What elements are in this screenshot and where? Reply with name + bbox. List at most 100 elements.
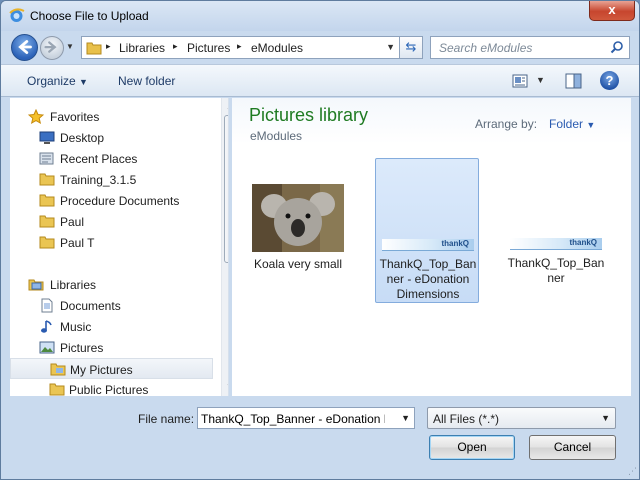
file-dialog-window: Choose File to Upload x ▼ ▸ Libraries ▸ … <box>0 0 640 480</box>
folder-icon <box>49 383 65 396</box>
chevron-down-icon: ▼ <box>586 120 596 130</box>
scrollbar-thumb[interactable]: ≡ <box>224 115 229 263</box>
nav-label: Recent Places <box>60 152 138 166</box>
file-name-combobox[interactable]: ▼ <box>197 407 415 429</box>
breadcrumb-separator[interactable]: ▸ <box>237 41 242 52</box>
nav-label: Training_3.1.5 <box>60 173 137 187</box>
breadcrumb-pictures[interactable]: Pictures <box>187 41 230 55</box>
folder-icon <box>39 215 55 228</box>
documents-icon <box>41 298 53 313</box>
breadcrumb-emodules[interactable]: eModules <box>251 41 303 55</box>
libraries-icon <box>28 279 44 291</box>
nav-label: Desktop <box>60 131 105 145</box>
file-name-label: File name: <box>138 412 195 426</box>
refresh-button[interactable]: ⇆ <box>399 36 423 59</box>
file-list-pane: Pictures library eModules Arrange by: Fo… <box>232 98 631 396</box>
nav-item-documents[interactable]: Documents <box>10 295 213 316</box>
breadcrumb-libraries[interactable]: Libraries <box>119 41 165 55</box>
koala-image-thumbnail <box>252 184 344 252</box>
close-button[interactable]: x <box>589 1 635 21</box>
internet-explorer-icon <box>9 8 25 22</box>
desktop-icon <box>39 131 55 144</box>
nav-item-my-pictures[interactable]: My Pictures <box>10 358 213 379</box>
file-name-dropdown-icon[interactable]: ▼ <box>401 413 410 423</box>
nav-item-libraries[interactable]: Libraries <box>10 274 213 295</box>
address-dropdown-icon[interactable]: ▼ <box>386 42 395 52</box>
command-toolbar: Organize ▼ New folder ▼ ? <box>1 64 639 97</box>
nav-item-training[interactable]: Training_3.1.5 <box>10 169 213 190</box>
file-item-thankq-edonation[interactable]: thankQ ThankQ_Top_Ban ner - eDonation Di… <box>375 158 479 303</box>
file-name-line: ThankQ_Top_Ban <box>379 257 477 271</box>
forward-arrow-icon <box>44 41 57 53</box>
nav-label: Procedure Documents <box>60 194 180 208</box>
nav-label: Favorites <box>50 110 100 124</box>
help-icon: ? <box>605 73 614 88</box>
refresh-icon: ⇆ <box>405 39 417 54</box>
resize-grip-icon[interactable]: ⋰ <box>628 466 637 477</box>
nav-label: Public Pictures <box>69 383 149 396</box>
music-icon <box>41 320 52 333</box>
forward-button[interactable] <box>40 36 64 60</box>
nav-item-favorites[interactable]: Favorites <box>10 106 213 127</box>
file-name-input[interactable] <box>201 411 385 426</box>
banner-text: thankQ <box>441 239 469 248</box>
close-icon: x <box>608 2 616 17</box>
scroll-up-icon[interactable]: ▲ <box>226 102 228 111</box>
nav-label: Documents <box>60 299 121 313</box>
change-view-icon[interactable] <box>512 74 528 88</box>
banner-text: thankQ <box>569 238 597 247</box>
folder-icon <box>39 236 55 249</box>
nav-item-pictures[interactable]: Pictures <box>10 337 213 358</box>
file-item-thankq-banner[interactable]: thankQ ThankQ_Top_Ban ner <box>504 158 608 285</box>
help-button[interactable]: ? <box>600 71 619 90</box>
thankq-banner-thumbnail: thankQ <box>510 238 602 250</box>
navigation-scrollbar[interactable]: ▲ ≡ ▼ <box>221 98 229 396</box>
scroll-down-icon[interactable]: ▼ <box>226 382 228 391</box>
search-input[interactable]: Search eModules <box>439 41 532 55</box>
nav-item-paul-t[interactable]: Paul T <box>10 232 213 253</box>
new-folder-button[interactable]: New folder <box>118 74 175 88</box>
file-name-line: ner <box>547 271 565 285</box>
organize-button[interactable]: Organize ▼ <box>27 74 88 88</box>
back-arrow-icon <box>18 40 32 54</box>
folder-icon <box>50 363 66 376</box>
nav-item-music[interactable]: Music <box>10 316 213 337</box>
recent-pages-dropdown[interactable]: ▼ <box>66 42 74 51</box>
file-name-line: Dimensions <box>396 287 460 301</box>
search-icon[interactable] <box>610 40 624 54</box>
scrollbar-grip-icon: ≡ <box>228 184 229 188</box>
navigation-pane: Favorites Desktop Recent Places Training… <box>10 98 229 396</box>
organize-label: Organize <box>27 74 76 88</box>
library-subtitle: eModules <box>250 129 303 143</box>
file-type-value: All Files (*.*) <box>433 412 500 426</box>
folder-icon <box>86 42 102 55</box>
file-type-select[interactable]: All Files (*.*) ▼ <box>427 407 616 429</box>
nav-item-procedure-documents[interactable]: Procedure Documents <box>10 190 213 211</box>
file-item-koala[interactable]: Koala very small <box>246 158 350 274</box>
arrange-by-dropdown[interactable]: Folder ▼ <box>549 117 595 131</box>
nav-item-recent-places[interactable]: Recent Places <box>10 148 213 169</box>
open-button[interactable]: Open <box>429 435 515 460</box>
library-title: Pictures library <box>249 105 369 125</box>
back-button[interactable] <box>11 34 38 61</box>
thankq-banner-thumbnail: thankQ <box>382 239 474 251</box>
search-box[interactable]: Search eModules <box>430 36 630 59</box>
breadcrumb-separator[interactable]: ▸ <box>106 41 111 52</box>
breadcrumb-separator[interactable]: ▸ <box>173 41 178 52</box>
nav-item-desktop[interactable]: Desktop <box>10 127 213 148</box>
nav-item-paul[interactable]: Paul <box>10 211 213 232</box>
recent-places-icon <box>39 152 54 165</box>
nav-label: Paul T <box>60 236 95 250</box>
view-options-dropdown[interactable]: ▼ <box>536 75 545 85</box>
arrange-by-label: Arrange by: <box>475 117 538 131</box>
nav-label: Pictures <box>60 341 104 355</box>
nav-label: Libraries <box>50 278 97 292</box>
file-name: Koala very small <box>253 257 343 271</box>
cancel-button[interactable]: Cancel <box>529 435 616 460</box>
nav-label: Music <box>60 320 92 334</box>
address-bar[interactable]: ▸ Libraries ▸ Pictures ▸ eModules ▼ <box>81 36 400 59</box>
nav-item-public-pictures[interactable]: Public Pictures <box>10 379 213 396</box>
preview-pane-icon[interactable] <box>565 73 582 89</box>
library-header: Pictures library eModules Arrange by: Fo… <box>232 98 631 144</box>
star-icon <box>28 109 44 124</box>
